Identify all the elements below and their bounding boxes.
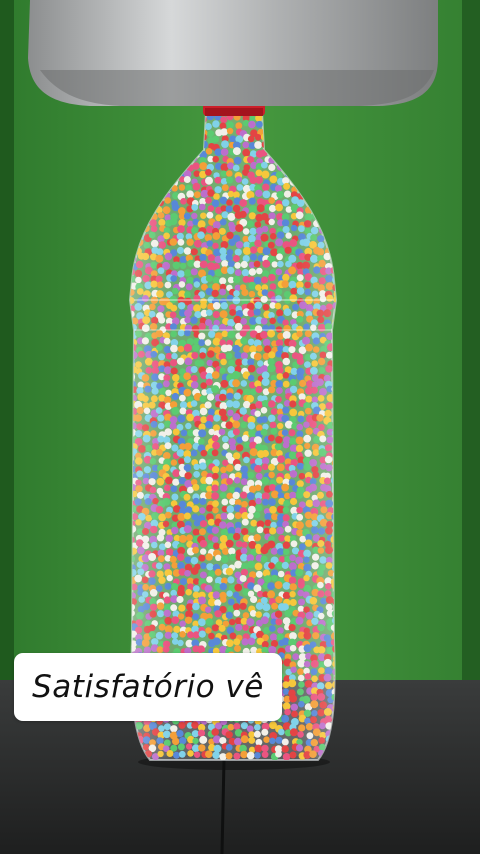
photo-scene — [0, 0, 480, 854]
table-seam — [220, 759, 226, 854]
press-frame-right — [462, 0, 480, 690]
caption-text: Satisfatório vê — [32, 669, 264, 705]
cap-ring — [205, 108, 263, 116]
caption-box: Satisfatório vê — [14, 653, 282, 721]
press-frame-left — [0, 0, 14, 690]
press-plate-underside — [40, 70, 434, 106]
